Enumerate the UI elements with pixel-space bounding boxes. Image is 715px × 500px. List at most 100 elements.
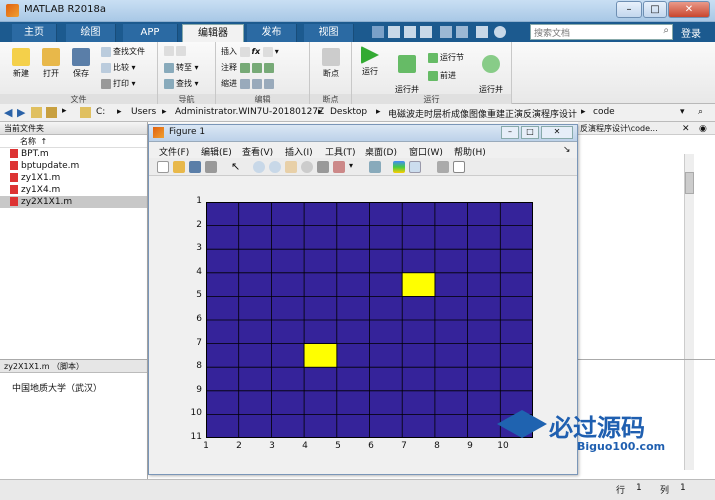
show-tools-icon[interactable] [453,161,465,173]
new-button[interactable]: 新建 [8,48,34,79]
compare-button[interactable]: 比较 ▾ [101,62,136,73]
address-part-user[interactable]: Administrator.WIN7U-20180127Z [175,107,324,117]
insert-section-icon[interactable] [239,46,250,57]
tab-apps[interactable]: APP [123,24,178,42]
menu-dock-icon[interactable]: ↘ [563,145,571,155]
menu-desktop[interactable]: 桌面(D) [365,145,397,158]
hide-tools-icon[interactable] [437,161,449,173]
save-figure-icon[interactable] [189,161,201,173]
tab-home[interactable]: 主页 [12,24,57,42]
smart-indent-icon[interactable] [239,78,250,89]
open-button[interactable]: 打开 [38,48,64,79]
menu-view[interactable]: 查看(V) [242,145,273,158]
find-files-button[interactable]: 查找文件 [101,46,145,57]
tab-view[interactable]: 视图 [304,24,354,42]
address-part-desktop[interactable]: Desktop [330,107,367,117]
insert-func-icon[interactable] [262,46,273,57]
brush-dropdown-icon[interactable]: ▾ [349,161,361,173]
maximize-button[interactable]: □ [643,1,667,18]
menu-edit[interactable]: 编辑(E) [201,145,232,158]
menu-file[interactable]: 文件(F) [159,145,189,158]
indent-button[interactable]: 缩进 [221,78,276,89]
forward-icon[interactable]: ▶ [17,106,25,119]
file-item[interactable]: bptupdate.m [0,160,147,172]
zoom-out-icon[interactable] [269,161,281,173]
address-part-project[interactable]: 电磁波走时层析成像图像重建正演反演程序设计 [388,107,577,120]
run-section-button[interactable]: 运行节 [428,52,464,63]
goto-button[interactable]: 转至 ▾ [164,62,199,73]
pan-icon[interactable] [285,161,297,173]
scrollbar-thumb[interactable] [685,172,694,194]
go-forward-icon[interactable] [176,46,186,56]
find-button[interactable]: 查找 ▾ [164,78,199,89]
file-item-selected[interactable]: zy2X1X1.m [0,196,147,208]
minimize-button[interactable]: – [616,1,642,18]
tab-plots[interactable]: 绘图 [66,24,116,42]
search-input[interactable]: 搜索文档 ⌕ [530,24,673,40]
menu-insert[interactable]: 插入(I) [285,145,313,158]
search-icon[interactable]: ⌕ [663,25,669,36]
print-button[interactable]: 打印 ▾ [101,78,136,89]
new-figure-icon[interactable] [157,161,169,173]
open-file-icon[interactable] [173,161,185,173]
title-bar: MATLAB R2018a – □ ✕ [0,0,715,22]
switch-windows-icon[interactable] [476,26,488,38]
redo-quick-icon[interactable] [456,26,468,38]
address-part-code[interactable]: code [593,107,615,117]
file-item[interactable]: BPT.m [0,148,147,160]
tab-publish[interactable]: 发布 [247,24,297,42]
fx-icon[interactable]: fx [252,47,261,56]
close-editor-icon[interactable]: ✕ [682,124,690,134]
address-dropdown-icon[interactable]: ▾ [680,107,685,117]
address-part-users[interactable]: Users [131,107,156,117]
tab-editor[interactable]: 编辑器 [182,24,244,42]
login-link[interactable]: 登录 [681,25,701,40]
advance-button[interactable]: 前进 [428,70,456,81]
indent-icon[interactable] [251,78,262,89]
up-folder-icon[interactable] [31,107,42,118]
close-button[interactable]: ✕ [668,1,710,18]
menu-window[interactable]: 窗口(W) [409,145,443,158]
heatmap-axes[interactable] [206,202,533,438]
menu-help[interactable]: 帮助(H) [454,145,486,158]
editor-menu-icon[interactable]: ◉ [699,124,707,134]
figure-close-button[interactable]: ✕ [541,126,573,139]
breakpoints-button[interactable]: 断点 [318,48,344,79]
brush-icon[interactable] [333,161,345,173]
editor-scrollbar[interactable] [684,154,694,389]
legend-icon[interactable] [409,161,421,173]
file-item[interactable]: zy1X4.m [0,184,147,196]
data-cursor-icon[interactable] [317,161,329,173]
insert-button[interactable]: 插入 fx ▾ [221,46,279,57]
rotate-icon[interactable] [301,161,313,173]
paste-quick-icon[interactable] [420,26,432,38]
cut-quick-icon[interactable] [388,26,400,38]
print-figure-icon[interactable] [205,161,217,173]
colorbar-icon[interactable] [393,161,405,173]
save-button[interactable]: 保存 [68,48,94,79]
go-back-icon[interactable] [164,46,188,56]
comment-button[interactable]: 注释 [221,62,276,73]
run-button[interactable]: 运行 [358,46,382,77]
save-quick-icon[interactable] [372,26,384,38]
link-plot-icon[interactable] [369,161,381,173]
browse-folder-icon[interactable] [46,107,57,118]
figure-minimize-button[interactable]: – [501,126,519,139]
menu-tools[interactable]: 工具(T) [325,145,356,158]
comment-icon[interactable] [239,62,250,73]
figure-maximize-button[interactable]: □ [521,126,539,139]
outdent-icon[interactable] [263,78,274,89]
back-icon[interactable]: ◀ [4,106,12,119]
address-search-icon[interactable]: ⌕ [698,107,703,117]
undo-quick-icon[interactable] [440,26,452,38]
copy-quick-icon[interactable] [404,26,416,38]
pointer-icon[interactable]: ↖ [231,161,243,173]
help-quick-icon[interactable] [494,26,506,38]
file-item[interactable]: zy1X1.m [0,172,147,184]
current-folder-header: 当前文件夹 [0,122,147,135]
column-header[interactable]: 名称 ↑ [0,135,147,148]
zoom-in-icon[interactable] [253,161,265,173]
address-part-drive[interactable]: C: [96,107,105,117]
wrap-comment-icon[interactable] [263,62,274,73]
uncomment-icon[interactable] [251,62,262,73]
